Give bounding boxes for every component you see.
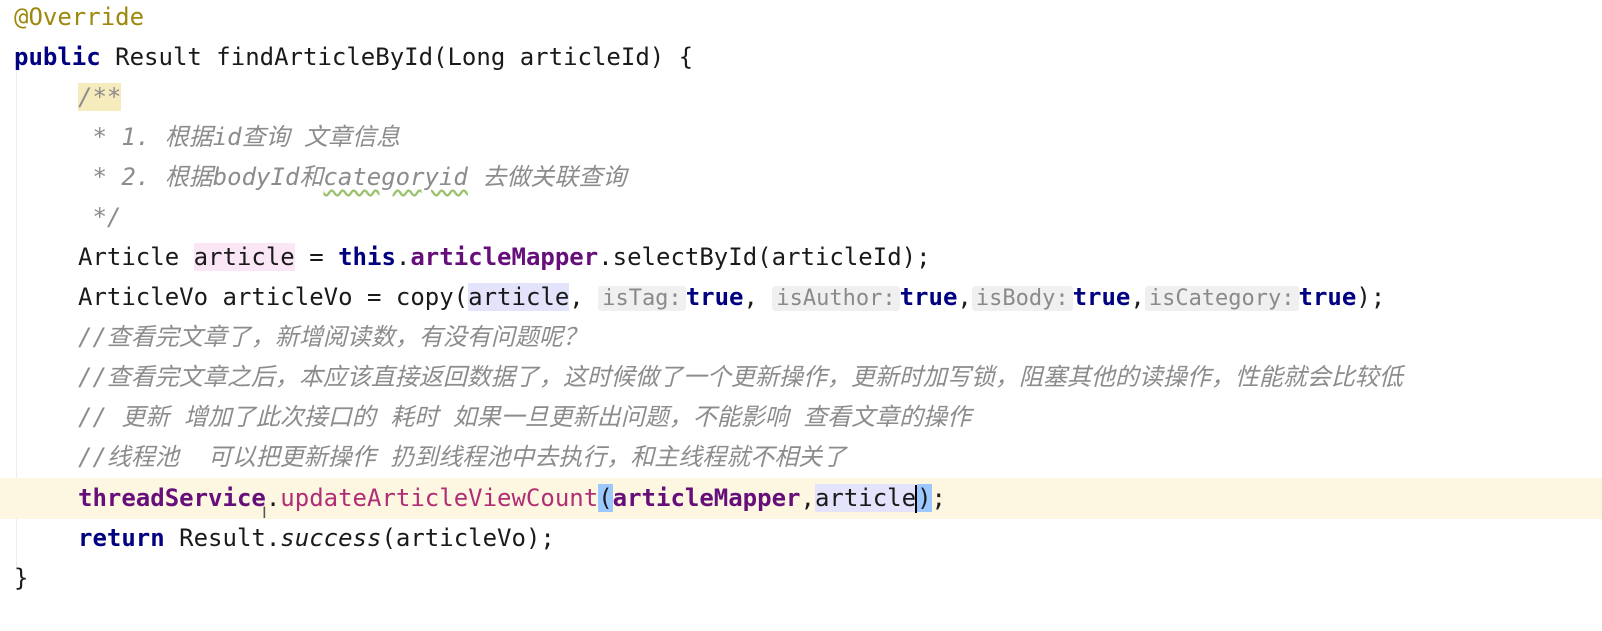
i-beam-cursor-icon: I <box>262 503 267 522</box>
keyword-public: public <box>14 43 101 71</box>
result-class-ref: Result. <box>164 524 281 552</box>
keyword-true: true <box>1072 283 1131 311</box>
comma: , <box>743 283 773 311</box>
line-comment-2: //查看完文章之后，本应该直接返回数据了，这时候做了一个更新操作，更新时加写锁，… <box>78 363 1403 391</box>
keyword-return: return <box>78 524 165 552</box>
code-line-6[interactable]: */ <box>0 197 1602 238</box>
code-line-1[interactable]: @Override <box>0 0 1602 38</box>
code-line-12[interactable]: //线程池 可以把更新操作 扔到线程池中去执行，和主线程就不相关了 <box>0 437 1602 478</box>
code-line-8[interactable]: ArticleVo articleVo = copy(article, isTa… <box>0 277 1602 318</box>
comma: , <box>1130 283 1145 311</box>
code-line-5[interactable]: * 2. 根据bodyId和categoryid 去做关联查询 <box>0 157 1602 198</box>
field-thread-service[interactable]: threadService <box>78 484 266 512</box>
keyword-true: true <box>685 283 744 311</box>
field-article-mapper[interactable]: articleMapper <box>410 243 598 271</box>
code-line-15[interactable]: } <box>0 558 1602 599</box>
param-hint-iscategory: isCategory: <box>1144 286 1299 311</box>
code-line-11[interactable]: // 更新 增加了此次接口的 耗时 如果一旦更新出问题，不能影响 查看文章的操作 <box>0 397 1602 438</box>
comma: , <box>569 283 599 311</box>
static-method-success[interactable]: success <box>280 524 381 552</box>
param-hint-isbody: isBody: <box>971 286 1073 311</box>
code-line-9[interactable]: //查看完文章了，新增阅读数，有没有问题呢？ <box>0 317 1602 358</box>
code-line-2[interactable]: public Result findArticleById(Long artic… <box>0 37 1602 78</box>
line-comment-3: // 更新 增加了此次接口的 耗时 如果一旦更新出问题，不能影响 查看文章的操作 <box>78 403 972 431</box>
javadoc-start: /** <box>78 83 122 111</box>
arg-article-mapper[interactable]: articleMapper <box>613 484 801 512</box>
javadoc-line-2-prefix: * 2. 根据bodyId和 <box>78 163 324 191</box>
code-line-13-current[interactable]: threadService.updateArticleViewCount(art… <box>0 478 1602 519</box>
comma: , <box>957 283 972 311</box>
keyword-true: true <box>899 283 958 311</box>
code-line-10[interactable]: //查看完文章之后，本应该直接返回数据了，这时候做了一个更新操作，更新时加写锁，… <box>0 357 1602 398</box>
copy-call-prefix: ArticleVo articleVo = copy( <box>78 283 469 311</box>
variable-article-declaration[interactable]: article <box>193 243 295 271</box>
keyword-true: true <box>1298 283 1357 311</box>
line-comment-1: //查看完文章了，新增阅读数，有没有问题呢？ <box>78 323 587 351</box>
line-comment-4: //线程池 可以把更新操作 扔到线程池中去执行，和主线程就不相关了 <box>78 443 847 471</box>
comma: , <box>800 484 815 512</box>
override-annotation: @Override <box>14 3 145 31</box>
javadoc-end: */ <box>78 203 122 231</box>
arg-article[interactable]: article <box>814 484 917 512</box>
dot-operator: . <box>395 243 411 271</box>
select-by-id-call: .selectById(articleId); <box>598 243 931 271</box>
param-hint-isauthor: isAuthor: <box>772 286 900 311</box>
code-line-7[interactable]: Article article = this.articleMapper.sel… <box>0 237 1602 278</box>
type-article: Article <box>78 243 194 271</box>
statement-end: ); <box>1356 283 1386 311</box>
javadoc-line-1: * 1. 根据id查询 文章信息 <box>78 123 401 151</box>
closing-brace: } <box>14 564 29 592</box>
code-line-4[interactable]: * 1. 根据id查询 文章信息 <box>0 117 1602 158</box>
code-line-14[interactable]: return Result.success(articleVo); <box>0 518 1602 559</box>
spelling-warning-word[interactable]: categoryid <box>323 163 468 191</box>
param-hint-istag: isTag: <box>598 286 686 311</box>
variable-article-usage[interactable]: article <box>468 283 570 311</box>
javadoc-line-2-suffix: 去做关联查询 <box>467 163 627 191</box>
code-editor[interactable]: @Override public Result findArticleById(… <box>0 0 1602 631</box>
method-update-article-view-count[interactable]: updateArticleViewCount <box>280 484 598 512</box>
keyword-this: this <box>338 243 396 271</box>
close-paren-match: ) <box>917 484 932 512</box>
success-call-args: (articleVo); <box>381 524 555 552</box>
code-line-3[interactable]: /** <box>0 77 1602 118</box>
dot-operator: . <box>265 484 281 512</box>
assign-operator: = <box>294 243 339 271</box>
open-paren-match: ( <box>598 484 613 512</box>
method-signature: Result findArticleById(Long articleId) { <box>100 43 694 71</box>
statement-end: ; <box>931 484 946 512</box>
